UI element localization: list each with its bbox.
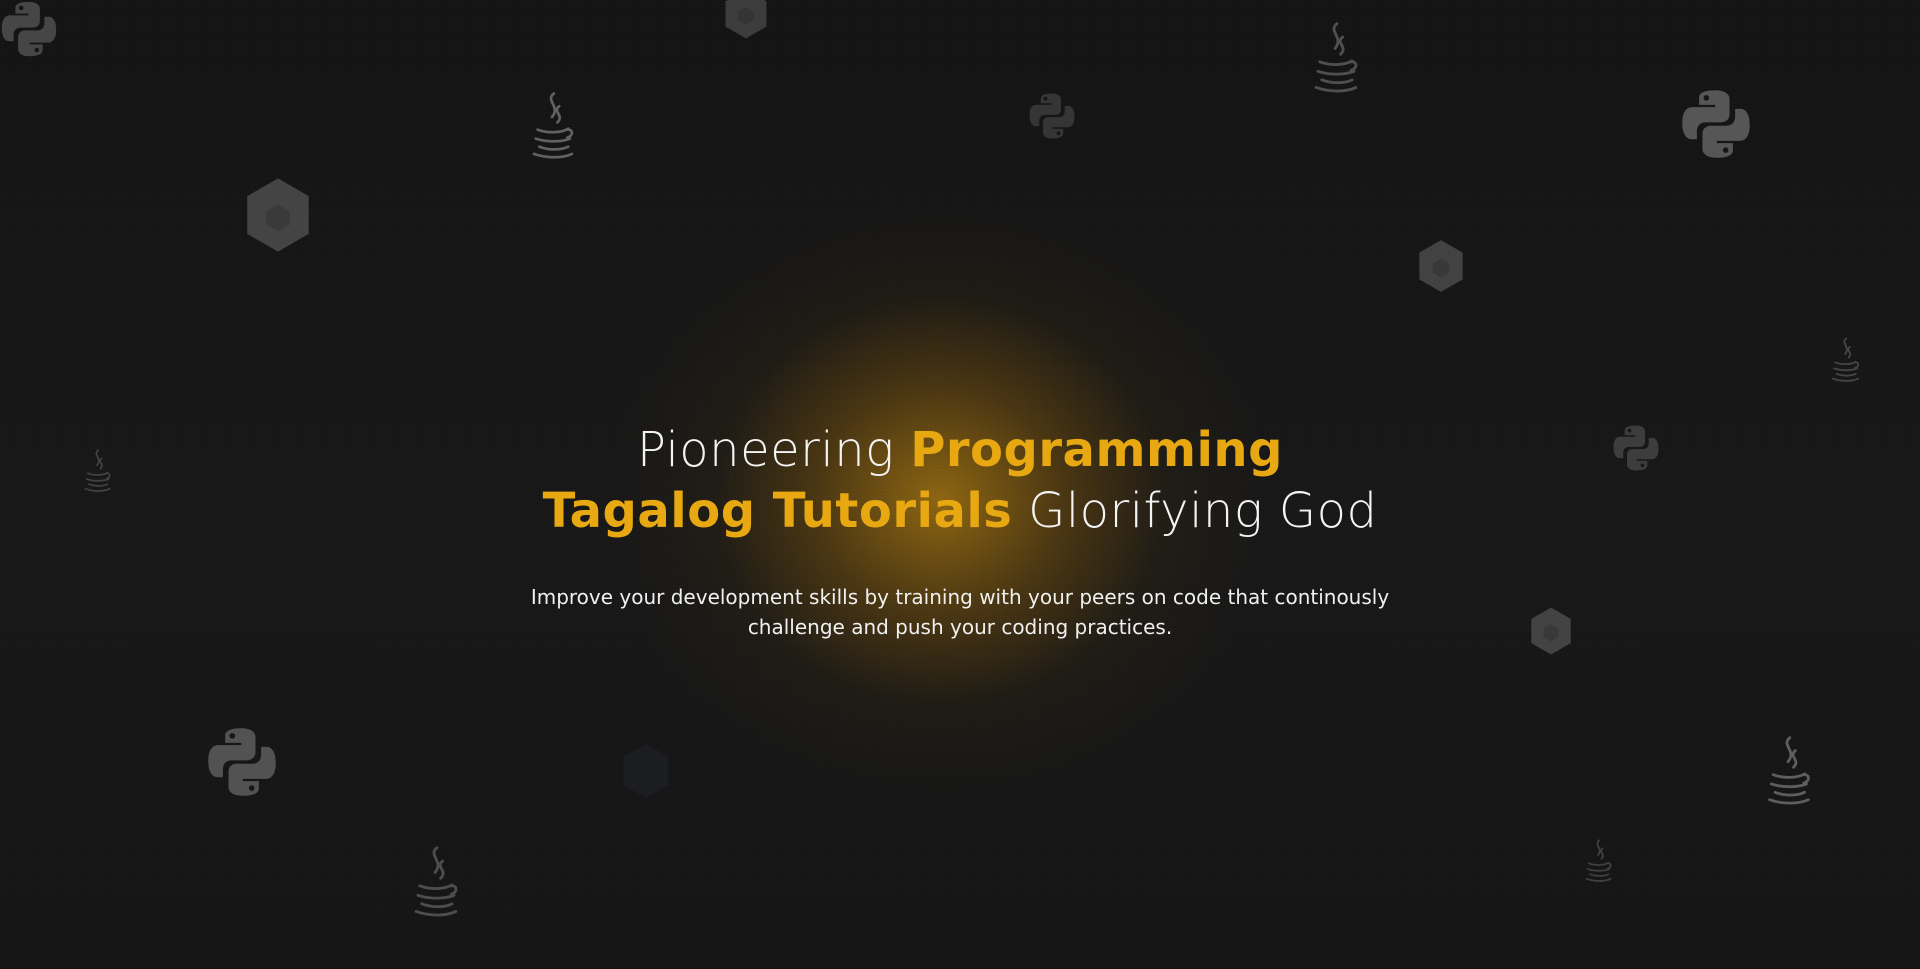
nodejs-hexagon-icon [247,178,309,252]
nodejs-hexagon-icon [725,0,767,39]
java-icon [84,449,111,492]
hero-subtext: Improve your development skills by train… [520,582,1400,642]
java-icon [1314,22,1358,93]
python-icon [1682,90,1750,158]
headline-plain-1: Pioneering [637,422,895,478]
nodejs-hexagon-icon [1419,240,1463,292]
headline-plain-2: Glorifying God [1028,483,1378,539]
subtext-line-1: Improve your development skills by train… [530,585,1390,609]
java-icon [532,92,574,159]
nodejs-hexagon-icon [623,744,669,798]
python-icon [208,728,276,796]
hero-section: Pioneering Programming Tagalog Tutorials… [0,0,1920,969]
python-icon [1613,425,1659,471]
python-icon [1,1,57,57]
java-icon [1585,839,1612,882]
hero-headline: Pioneering Programming Tagalog Tutorials… [460,420,1460,542]
java-icon [1768,736,1810,805]
python-icon [1029,93,1075,139]
subtext-line-2: challenge and push your coding practices… [747,615,1173,639]
hero-content: Pioneering Programming Tagalog Tutorials… [460,420,1460,642]
java-icon [414,846,458,917]
headline-accent-1: Programming [910,422,1283,478]
nodejs-hexagon-icon [1531,607,1571,655]
headline-accent-2: Tagalog Tutorials [542,483,1013,539]
java-icon [1832,337,1860,382]
